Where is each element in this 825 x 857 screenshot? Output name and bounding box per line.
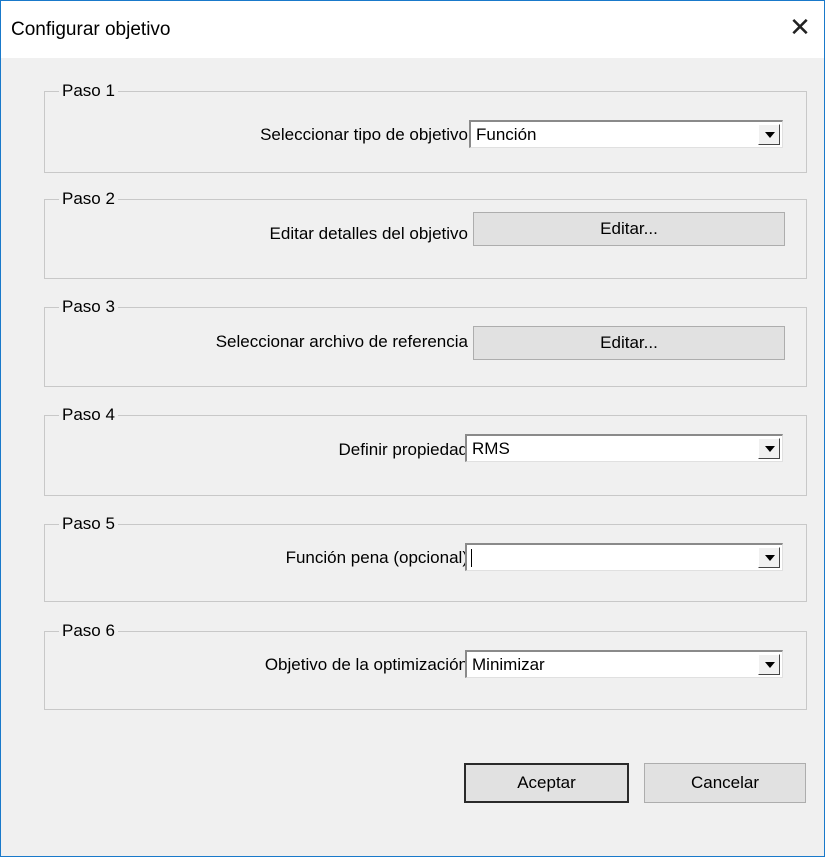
group-title-step-4: Paso 4 <box>59 405 118 425</box>
step-4-label: Definir propiedad <box>338 440 468 459</box>
group-step-6: Paso 6 Objetivo de la optimización Minim… <box>44 621 807 710</box>
select-reference-file-button[interactable]: Editar... <box>473 326 785 360</box>
optimization-goal-value: Minimizar <box>472 655 545 674</box>
optimization-goal-select[interactable]: Minimizar <box>465 650 783 678</box>
group-title-step-3: Paso 3 <box>59 297 118 317</box>
group-step-2: Paso 2 Editar detalles del objetivo Edit… <box>44 189 807 279</box>
property-select[interactable]: RMS <box>465 434 783 462</box>
chevron-down-icon[interactable] <box>758 547 780 568</box>
dialog-title: Configurar objetivo <box>11 19 171 40</box>
step-6-label: Objetivo de la optimización <box>264 655 468 674</box>
close-icon[interactable]: ✕ <box>786 13 814 41</box>
property-value: RMS <box>472 439 510 458</box>
penalty-function-select[interactable] <box>465 543 783 571</box>
step-2-label: Editar detalles del objetivo <box>269 224 468 243</box>
group-step-1: Paso 1 Seleccionar tipo de objetivo Func… <box>44 81 807 173</box>
chevron-down-icon[interactable] <box>758 124 780 145</box>
group-title-step-6: Paso 6 <box>59 621 118 641</box>
group-title-step-1: Paso 1 <box>59 81 118 101</box>
chevron-down-icon[interactable] <box>758 438 780 459</box>
step-3-label: Seleccionar archivo de referencia <box>215 332 468 351</box>
step-1-label: Seleccionar tipo de objetivo <box>260 125 468 144</box>
group-title-step-5: Paso 5 <box>59 514 118 534</box>
group-step-4: Paso 4 Definir propiedad RMS <box>44 405 807 496</box>
dialog-window: Configurar objetivo ✕ Paso 1 Seleccionar… <box>0 0 825 857</box>
text-caret <box>471 549 472 567</box>
step-5-label: Función pena (opcional) <box>285 548 468 567</box>
group-title-step-2: Paso 2 <box>59 189 118 209</box>
title-bar[interactable]: Configurar objetivo ✕ <box>1 1 824 58</box>
group-step-3: Paso 3 Seleccionar archivo de referencia… <box>44 297 807 387</box>
ok-button[interactable]: Aceptar <box>464 763 629 803</box>
group-step-5: Paso 5 Función pena (opcional) <box>44 514 807 602</box>
cancel-button[interactable]: Cancelar <box>644 763 806 803</box>
objective-type-value: Función <box>476 125 537 144</box>
chevron-down-icon[interactable] <box>758 654 780 675</box>
objective-type-select[interactable]: Función <box>469 120 783 148</box>
edit-objective-details-button[interactable]: Editar... <box>473 212 785 246</box>
